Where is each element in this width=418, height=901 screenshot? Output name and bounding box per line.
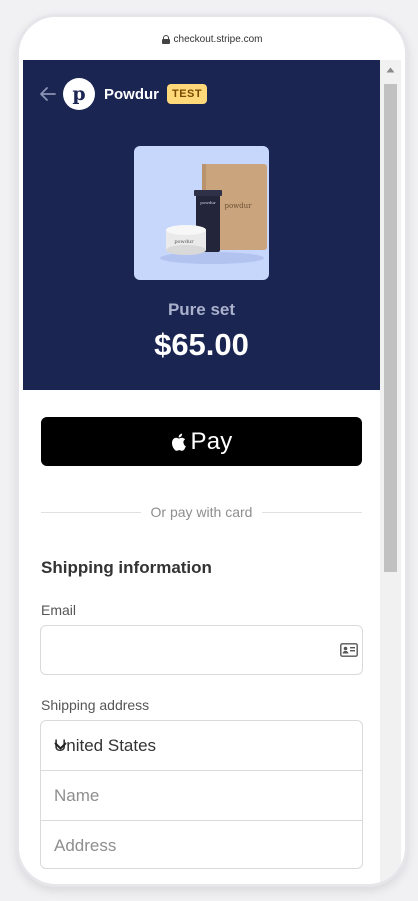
- email-label: Email: [41, 602, 77, 618]
- url-text: checkout.stripe.com: [173, 33, 263, 45]
- address-field[interactable]: Address: [41, 820, 362, 868]
- product-name: Pure set: [167, 300, 236, 319]
- product-image: powdur powdur powdur: [134, 146, 269, 280]
- box-label: powdur: [224, 202, 252, 210]
- payment-form: Pay Or pay with card Shipping informatio…: [23, 390, 380, 884]
- email-field[interactable]: [53, 626, 323, 674]
- country-select[interactable]: United States: [41, 721, 362, 770]
- apple-pay-button[interactable]: Pay: [41, 417, 362, 466]
- merchant-logo: p: [63, 78, 95, 110]
- url-bar[interactable]: checkout.stripe.com: [19, 17, 405, 61]
- or-divider: Or pay with card: [41, 504, 362, 520]
- product-header: p Powdur TEST powdur powdur powdur Pure …: [23, 60, 380, 390]
- scrollbar-thumb[interactable]: [384, 84, 397, 572]
- lock-icon: [161, 34, 170, 44]
- name-placeholder: Name: [54, 786, 100, 805]
- shipping-address-group: United States Name Address: [40, 720, 363, 869]
- tube-label: powdur: [200, 200, 216, 205]
- test-badge: TEST: [167, 84, 208, 104]
- phone-frame: checkout.stripe.com p Powdur TEST powdur…: [16, 14, 408, 887]
- chevron-down-icon: [54, 736, 67, 750]
- page-scrollbar[interactable]: [380, 60, 401, 884]
- apple-logo-icon: [171, 432, 189, 452]
- checkout-page: p Powdur TEST powdur powdur powdur Pure …: [23, 60, 404, 884]
- divider-line-left: [41, 511, 141, 513]
- divider-text: Or pay with card: [150, 504, 253, 520]
- scroll-up-icon[interactable]: [380, 60, 401, 80]
- address-placeholder: Address: [54, 836, 117, 855]
- back-arrow-icon[interactable]: [39, 86, 57, 102]
- country-value: United States: [54, 736, 157, 755]
- merchant-name: Powdur: [104, 86, 159, 103]
- jar-label: powdur: [174, 239, 194, 245]
- screen: checkout.stripe.com p Powdur TEST powdur…: [0, 0, 418, 901]
- apple-pay-label: Pay: [190, 427, 233, 455]
- contact-card-icon[interactable]: [340, 643, 358, 657]
- divider-line-right: [262, 511, 362, 513]
- product-price: $65.00: [154, 327, 249, 362]
- name-field[interactable]: Name: [41, 770, 362, 819]
- email-field-wrapper: [40, 625, 363, 675]
- shipping-address-label: Shipping address: [41, 697, 150, 713]
- shipping-title: Shipping information: [41, 558, 212, 577]
